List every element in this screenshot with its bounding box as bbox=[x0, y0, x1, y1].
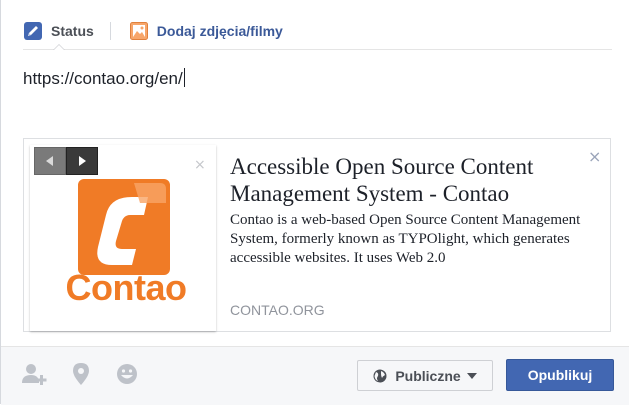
previous-thumbnail-button[interactable] bbox=[34, 147, 66, 175]
link-preview-domain: CONTAO.ORG bbox=[230, 302, 325, 318]
link-preview-description[interactable]: Contao is a web-based Open Source Conten… bbox=[230, 211, 590, 268]
text-cursor bbox=[183, 68, 185, 87]
audience-selector[interactable]: Publiczne bbox=[357, 360, 493, 391]
photo-icon bbox=[129, 21, 149, 41]
chevron-right-icon bbox=[79, 156, 86, 166]
contao-logo-wordmark: Contao bbox=[65, 267, 187, 308]
remove-thumbnail-icon[interactable]: × bbox=[194, 157, 206, 173]
composer-footer: Publiczne Opublikuj bbox=[1, 346, 629, 405]
link-preview-title[interactable]: Accessible Open Source Content Managemen… bbox=[230, 153, 580, 207]
contao-logo-icon bbox=[78, 179, 170, 275]
tab-add-photos-label: Dodaj zdjęcia/filmy bbox=[156, 23, 283, 39]
publish-button[interactable]: Opublikuj bbox=[506, 359, 614, 391]
dropdown-arrow-icon bbox=[466, 372, 477, 379]
tag-friends-icon[interactable] bbox=[21, 361, 49, 387]
close-preview-icon[interactable]: × bbox=[588, 147, 601, 166]
tab-add-photos[interactable]: Dodaj zdjęcia/filmy bbox=[129, 21, 283, 41]
tab-divider bbox=[109, 22, 111, 40]
active-tab-indicator bbox=[53, 44, 65, 50]
tab-status-label: Status bbox=[51, 23, 94, 39]
globe-icon bbox=[373, 369, 387, 382]
thumbnail-pager bbox=[34, 147, 98, 175]
link-preview-card: × Contao Accessible Open Source Content … bbox=[23, 138, 611, 332]
chevron-left-icon bbox=[46, 156, 53, 166]
audience-label: Publiczne bbox=[395, 367, 461, 384]
pencil-icon bbox=[23, 21, 43, 41]
post-composer: Status Dodaj zdjęcia/filmy https://conta… bbox=[0, 0, 629, 405]
composer-tabs: Status Dodaj zdjęcia/filmy bbox=[23, 18, 283, 44]
tabs-divider bbox=[23, 49, 612, 50]
status-text-value: https://contao.org/en/ bbox=[23, 69, 183, 88]
status-text-input[interactable]: https://contao.org/en/ bbox=[23, 68, 185, 89]
link-preview-thumbnail: × Contao bbox=[30, 145, 216, 331]
composer-actions bbox=[21, 361, 159, 387]
next-thumbnail-button[interactable] bbox=[66, 147, 98, 175]
feeling-smiley-icon[interactable] bbox=[113, 361, 141, 387]
location-pin-icon[interactable] bbox=[67, 361, 95, 387]
tab-status[interactable]: Status bbox=[23, 21, 94, 41]
